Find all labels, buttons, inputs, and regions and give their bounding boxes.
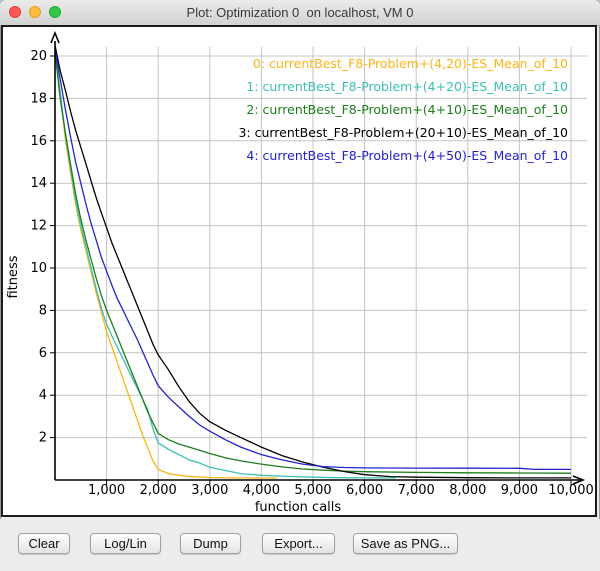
x-tick-label: 8,000 [449, 483, 486, 498]
title-bar[interactable]: Plot: Optimization 0 on localhost, VM 0 [0, 0, 600, 26]
y-tick-label: 10 [30, 261, 47, 276]
legend-entry-1: 1: currentBest_F8-Problem+(4+20)-ES_Mean… [246, 79, 568, 94]
legend-entry-0: 0: currentBest_F8-Problem+(4,20)-ES_Mean… [253, 56, 568, 71]
x-tick-label: 4,000 [243, 483, 280, 498]
dump-button[interactable]: Dump [180, 533, 241, 554]
y-tick-label: 4 [39, 388, 47, 403]
y-tick-label: 6 [39, 346, 47, 361]
y-tick-label: 18 [30, 91, 47, 106]
x-tick-label: 5,000 [294, 483, 331, 498]
legend-entry-4: 4: currentBest_F8-Problem+(4+50)-ES_Mean… [246, 148, 568, 163]
export-button[interactable]: Export... [262, 533, 335, 554]
x-tick-label: 6,000 [346, 483, 383, 498]
button-bar: Clear Log/Lin Dump Export... Save as PNG… [0, 519, 600, 571]
x-tick-label: 2,000 [140, 483, 177, 498]
y-tick-label: 16 [30, 134, 47, 149]
y-tick-label: 2 [39, 431, 47, 446]
plot-panel: 2 4 6 8 10 12 14 16 18 20 1,000 2,000 3,000 4,000 5,00… [1, 25, 597, 517]
x-tick-label: 7,000 [398, 483, 435, 498]
x-tick-label: 10,000 [548, 483, 594, 498]
x-tick-label: 9,000 [501, 483, 538, 498]
plot-window: Plot: Optimization 0 on localhost, VM 0 … [0, 0, 600, 571]
y-tick-label: 12 [30, 219, 47, 234]
x-tick-label: 3,000 [191, 483, 228, 498]
window-title: Plot: Optimization 0 on localhost, VM 0 [0, 0, 600, 25]
y-tick-label: 20 [30, 49, 47, 64]
y-axis-title: fitness [6, 255, 21, 298]
x-axis-title: function calls [255, 500, 342, 515]
clear-button[interactable]: Clear [18, 533, 70, 554]
log-lin-button[interactable]: Log/Lin [90, 533, 161, 554]
legend-entry-3: 3: currentBest_F8-Problem+(20+10)-ES_Mea… [238, 125, 568, 140]
plot-canvas: 2 4 6 8 10 12 14 16 18 20 1,000 2,000 3,000 4,000 5,00… [3, 27, 595, 515]
y-tick-label: 14 [30, 176, 47, 191]
axes [51, 33, 583, 484]
tick-marks [50, 56, 571, 485]
series-line-0 [55, 52, 277, 478]
x-tick-label: 1,000 [88, 483, 125, 498]
legend-entry-2: 2: currentBest_F8-Problem+(4+10)-ES_Mean… [246, 102, 568, 117]
save-as-png-button[interactable]: Save as PNG... [353, 533, 458, 554]
y-tick-label: 8 [39, 303, 47, 318]
legend: 0: currentBest_F8-Problem+(4,20)-ES_Mean… [238, 56, 568, 163]
